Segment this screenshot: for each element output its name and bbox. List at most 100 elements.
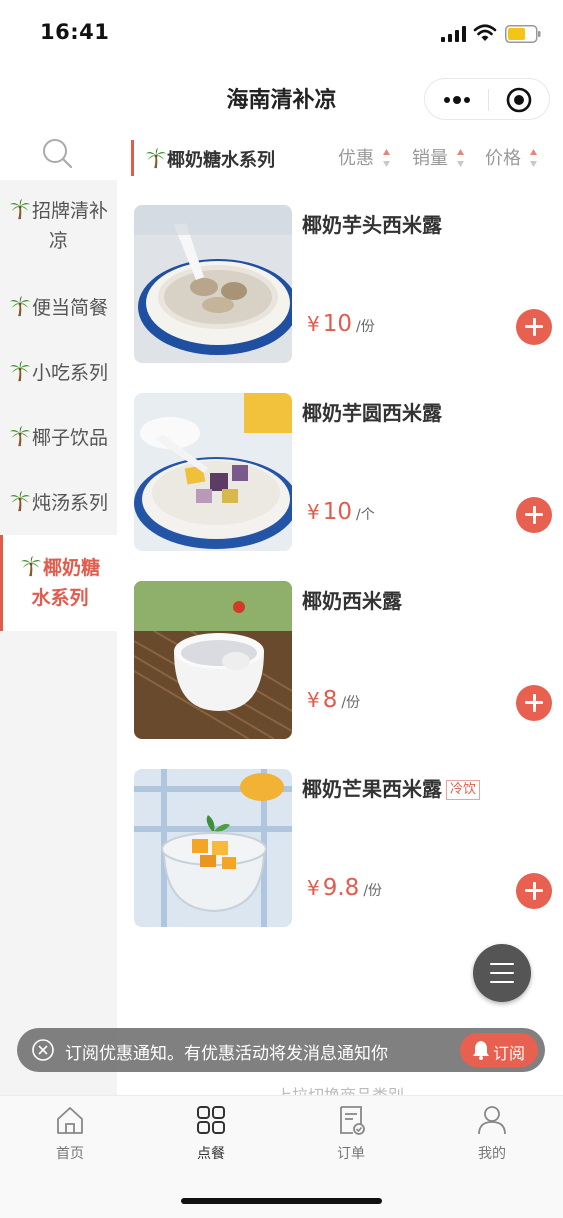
sort-header: 椰奶糖水系列 优惠 销量 价格 — [117, 130, 563, 186]
sort-arrows-icon — [529, 149, 537, 167]
more-icon[interactable] — [441, 89, 473, 111]
add-to-cart-button[interactable] — [516, 685, 552, 721]
sort-arrows-icon — [382, 149, 390, 167]
palm-tree-icon — [9, 490, 31, 512]
sort-price[interactable]: 价格 — [485, 144, 538, 170]
palm-tree-icon — [9, 360, 31, 382]
sidebar-item-label: 椰子饮品 — [31, 427, 108, 449]
status-bar: 16:41 — [0, 0, 563, 66]
subscribe-button[interactable]: 订阅 — [460, 1033, 538, 1067]
user-icon — [478, 1106, 506, 1135]
product-image[interactable] — [134, 581, 292, 739]
menu-icon-line — [490, 981, 514, 983]
price-unit: /个 — [356, 507, 375, 523]
sidebar-item-label: 炖汤系列 — [31, 492, 108, 514]
subscribe-button-label: 订阅 — [493, 1044, 526, 1063]
product-price: ¥9.8/份 — [307, 875, 382, 901]
price-unit: /份 — [363, 883, 383, 899]
product-item[interactable]: 椰奶芒果西米露 冷饮 ¥9.8/份 — [117, 769, 563, 929]
price-currency: ¥ — [307, 500, 320, 524]
sort-label: 价格 — [485, 148, 521, 169]
price-value: 8 — [322, 687, 338, 713]
sort-label: 销量 — [412, 148, 448, 169]
product-name: 椰奶芋圆西米露 — [302, 401, 442, 425]
sidebar-item-signature[interactable]: 招牌清补 凉 — [0, 196, 117, 256]
product-price: ¥10/个 — [307, 499, 375, 525]
product-item[interactable]: 椰奶芋头西米露 ¥10/份 — [117, 205, 563, 365]
close-miniprogram-icon[interactable] — [505, 86, 533, 114]
palm-tree-icon — [9, 425, 31, 447]
menu-icon-line — [490, 972, 514, 974]
sidebar-item-bento[interactable]: 便当简餐 — [0, 293, 117, 323]
product-image[interactable] — [134, 393, 292, 551]
floating-menu-button[interactable] — [473, 944, 531, 1002]
home-indicator — [181, 1198, 382, 1204]
price-currency: ¥ — [307, 876, 320, 900]
category-indicator — [131, 140, 134, 176]
home-icon — [57, 1107, 83, 1134]
tab-label: 首页 — [56, 1146, 84, 1162]
tab-label: 点餐 — [197, 1146, 225, 1162]
product-item[interactable]: 椰奶西米露 ¥8/份 — [117, 581, 563, 741]
sidebar-item-coconut-dessert[interactable]: 椰奶糖 水系列 — [0, 535, 117, 631]
price-value: 10 — [322, 499, 353, 525]
price-currency: ¥ — [307, 312, 320, 336]
tab-order-food[interactable]: 点餐 — [171, 1104, 251, 1163]
add-to-cart-button[interactable] — [516, 497, 552, 533]
toast-message: 订阅优惠通知。有优惠活动将发消息通知你 — [65, 1044, 388, 1064]
search-icon[interactable] — [40, 136, 76, 172]
sidebar-item-label: 小吃系列 — [31, 362, 108, 384]
tab-orders[interactable]: 订单 — [311, 1104, 391, 1163]
product-name: 椰奶芒果西米露 冷饮 — [302, 773, 481, 802]
product-image[interactable] — [134, 769, 292, 927]
tab-profile[interactable]: 我的 — [452, 1104, 532, 1163]
sort-label: 优惠 — [338, 148, 374, 169]
palm-tree-icon — [9, 295, 31, 317]
order-icon — [340, 1106, 365, 1135]
close-icon[interactable] — [32, 1039, 54, 1061]
sort-sales[interactable]: 销量 — [412, 144, 465, 170]
status-time: 16:41 — [40, 20, 110, 44]
add-to-cart-button[interactable] — [516, 309, 552, 345]
tab-label: 我的 — [478, 1146, 506, 1162]
tab-home[interactable]: 首页 — [30, 1104, 110, 1163]
price-currency: ¥ — [307, 688, 320, 712]
product-image[interactable] — [134, 205, 292, 363]
palm-tree-icon — [145, 147, 167, 169]
product-item[interactable]: 椰奶芋圆西米露 ¥10/个 — [117, 393, 563, 553]
sidebar-item-coconut-drinks[interactable]: 椰子饮品 — [0, 423, 117, 453]
capsule-divider — [488, 89, 489, 111]
cellular-signal-icon — [441, 26, 466, 42]
sidebar-item-soups[interactable]: 炖汤系列 — [0, 488, 117, 518]
palm-tree-icon — [20, 555, 42, 577]
product-name-text: 椰奶芒果西米露 — [302, 777, 442, 801]
grid-icon — [197, 1106, 225, 1134]
price-value: 10 — [322, 311, 353, 337]
subscribe-toast: 订阅优惠通知。有优惠活动将发消息通知你 订阅 — [17, 1028, 545, 1072]
battery-icon — [505, 25, 541, 43]
sidebar-item-label-line2: 水系列 — [31, 587, 89, 609]
price-unit: /份 — [341, 695, 361, 711]
search-cell[interactable] — [0, 130, 117, 180]
sort-discount[interactable]: 优惠 — [338, 144, 391, 170]
cold-drink-tag: 冷饮 — [446, 780, 481, 800]
sidebar-item-label-line2: 凉 — [48, 230, 68, 252]
mini-program-capsule — [424, 78, 550, 120]
product-price: ¥8/份 — [307, 687, 360, 713]
sort-arrows-icon — [456, 149, 464, 167]
sidebar-item-label: 招牌清补 — [31, 200, 108, 222]
menu-icon-line — [490, 963, 514, 965]
product-name: 椰奶芋头西米露 — [302, 213, 442, 237]
sidebar-item-label: 椰奶糖 — [42, 557, 100, 579]
category-title: 椰奶糖水系列 — [145, 146, 275, 172]
sidebar-item-label: 便当简餐 — [31, 297, 108, 319]
price-value: 9.8 — [322, 875, 360, 901]
price-unit: /份 — [356, 319, 375, 335]
category-title-text: 椰奶糖水系列 — [167, 150, 275, 171]
product-price: ¥10/份 — [307, 311, 375, 337]
add-to-cart-button[interactable] — [516, 873, 552, 909]
palm-tree-icon — [9, 198, 31, 220]
tab-label: 订单 — [337, 1146, 365, 1162]
category-sidebar: 招牌清补 凉 便当简餐 小吃系列 椰子饮品 炖汤系列 椰奶糖 水系列 — [0, 130, 117, 1096]
sidebar-item-snacks[interactable]: 小吃系列 — [0, 358, 117, 388]
